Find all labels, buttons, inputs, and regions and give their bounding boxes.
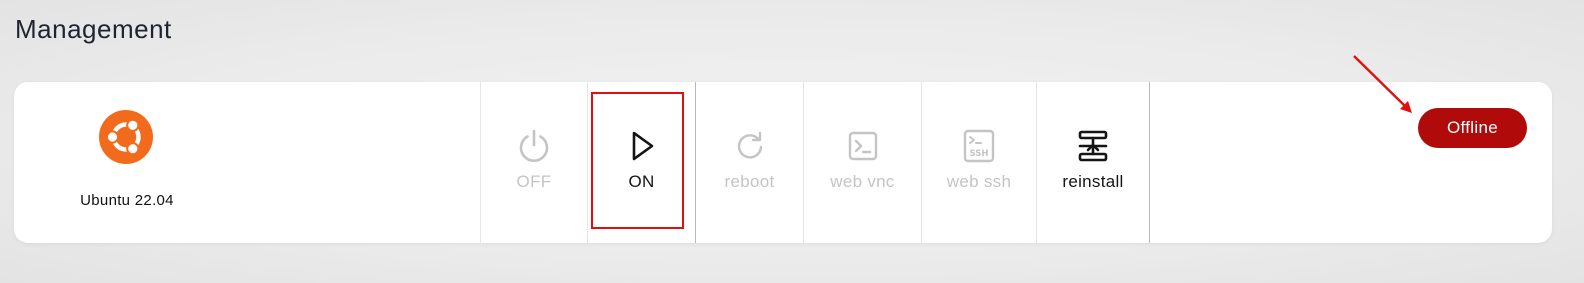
ssh-icon-text: SSH: [970, 149, 989, 159]
web-ssh-label: web ssh: [946, 172, 1012, 191]
reboot-button[interactable]: reboot: [696, 82, 803, 243]
refresh-icon: [732, 128, 768, 164]
os-name: Ubuntu 22.04: [80, 192, 174, 209]
play-icon: [624, 128, 660, 164]
reinstall-button[interactable]: reinstall: [1037, 82, 1149, 243]
terminal-icon: [845, 128, 881, 164]
power-on-button[interactable]: ON: [588, 82, 695, 243]
power-icon: [516, 128, 552, 164]
power-off-label: OFF: [516, 172, 552, 191]
power-on-label: ON: [628, 172, 655, 191]
ssh-icon: SSH: [961, 128, 997, 164]
web-vnc-label: web vnc: [830, 172, 895, 191]
ubuntu-logo-icon: [99, 110, 153, 164]
reinstall-icon: [1075, 128, 1111, 164]
divider: [1149, 82, 1150, 243]
web-ssh-button[interactable]: SSH web ssh: [922, 82, 1036, 243]
web-vnc-button[interactable]: web vnc: [804, 82, 921, 243]
arrow-annotation-icon: [1353, 55, 1412, 113]
status-badge: Offline: [1418, 108, 1527, 148]
power-off-button[interactable]: OFF: [481, 82, 587, 243]
os-info: Ubuntu 22.04: [14, 82, 240, 243]
server-management-card: Ubuntu 22.04 OFF ON reboot web vnc SSH w…: [14, 55, 1552, 243]
reboot-label: reboot: [724, 172, 775, 191]
page-title: Management: [15, 14, 172, 44]
reinstall-label: reinstall: [1062, 172, 1124, 191]
